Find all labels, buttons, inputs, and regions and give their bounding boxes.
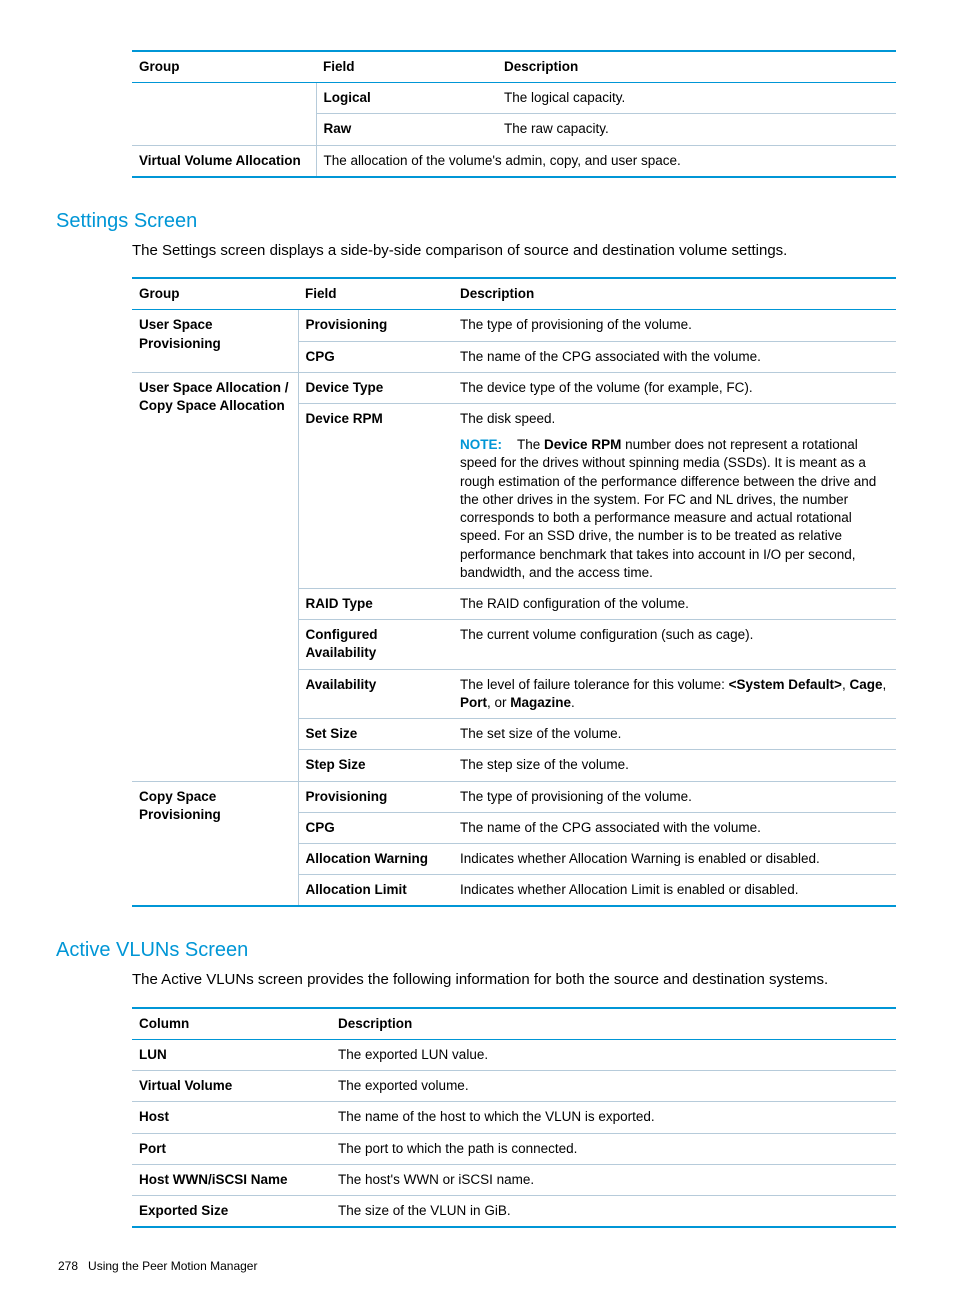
cell-desc: The device type of the volume (for examp… [453, 372, 896, 403]
table-row: User Space Provisioning Provisioning The… [132, 310, 896, 341]
cell-desc: The name of the CPG associated with the … [453, 341, 896, 372]
header-desc: Description [497, 51, 896, 83]
cell-field: Availability [298, 669, 453, 718]
avail-b4: Magazine [510, 695, 571, 710]
table-row: User Space Allocation / Copy Space Alloc… [132, 372, 896, 403]
cell-group: User Space Provisioning [132, 310, 298, 372]
cell-col: Exported Size [132, 1195, 331, 1227]
cell-col: Port [132, 1133, 331, 1164]
cell-field: Configured Availability [298, 620, 453, 669]
footer-title: Using the Peer Motion Manager [88, 1259, 257, 1273]
table-row: Virtual Volume Allocation The allocation… [132, 145, 896, 177]
cell-desc: The set size of the volume. [453, 719, 896, 750]
header-column: Column [132, 1008, 331, 1040]
settings-table: Group Field Description User Space Provi… [132, 277, 896, 907]
cell-field: RAID Type [298, 588, 453, 619]
cell-col: Host WWN/iSCSI Name [132, 1164, 331, 1195]
table-row: Port The port to which the path is conne… [132, 1133, 896, 1164]
table-row: Host The name of the host to which the V… [132, 1102, 896, 1133]
cell-field: Step Size [298, 750, 453, 781]
settings-heading: Settings Screen [56, 208, 896, 235]
note-pre: The [517, 437, 544, 452]
cell-field: Device Type [298, 372, 453, 403]
cell-desc: The exported volume. [331, 1071, 896, 1102]
cell-desc: The size of the VLUN in GiB. [331, 1195, 896, 1227]
cell-field: Provisioning [298, 310, 453, 341]
cell-desc: The exported LUN value. [331, 1039, 896, 1070]
cell-field: Set Size [298, 719, 453, 750]
cell-desc: The name of the host to which the VLUN i… [331, 1102, 896, 1133]
cell-group: User Space Allocation / Copy Space Alloc… [132, 372, 298, 781]
header-desc: Description [331, 1008, 896, 1040]
cell-desc: The current volume configuration (such a… [453, 620, 896, 669]
table-row: Exported Size The size of the VLUN in Gi… [132, 1195, 896, 1227]
vluns-table: Column Description LUN The exported LUN … [132, 1007, 896, 1229]
header-group: Group [132, 278, 298, 310]
cell-desc: The type of provisioning of the volume. [453, 310, 896, 341]
cell-field: Raw [316, 114, 497, 145]
cell-field: CPG [298, 812, 453, 843]
cell-desc: The name of the CPG associated with the … [453, 812, 896, 843]
cell-field: Allocation Limit [298, 875, 453, 907]
page-number: 278 [58, 1259, 78, 1273]
cell-field: Allocation Warning [298, 843, 453, 874]
cell-desc: The port to which the path is connected. [331, 1133, 896, 1164]
note-block: NOTE: The Device RPM number does not rep… [460, 436, 889, 582]
cell-desc: Indicates whether Allocation Warning is … [453, 843, 896, 874]
avail-b3: Port [460, 695, 487, 710]
cell-desc: The disk speed. NOTE: The Device RPM num… [453, 404, 896, 589]
header-desc: Description [453, 278, 896, 310]
capacity-table: Group Field Description Logical The logi… [132, 50, 896, 178]
cell-desc: The allocation of the volume's admin, co… [316, 145, 896, 177]
avail-b1: <System Default> [729, 677, 842, 692]
note-label: NOTE: [460, 437, 502, 452]
cell-desc: The logical capacity. [497, 83, 896, 114]
cell-desc: The RAID configuration of the volume. [453, 588, 896, 619]
cell-desc: The type of provisioning of the volume. [453, 781, 896, 812]
cell-desc: The step size of the volume. [453, 750, 896, 781]
cell-field: Logical [316, 83, 497, 114]
desc-text: The disk speed. [460, 411, 555, 426]
header-field: Field [298, 278, 453, 310]
cell-group: Virtual Volume Allocation [132, 145, 316, 177]
cell-col: Host [132, 1102, 331, 1133]
cell-field: Provisioning [298, 781, 453, 812]
cell-desc: The raw capacity. [497, 114, 896, 145]
cell-field: CPG [298, 341, 453, 372]
cell-field: Device RPM [298, 404, 453, 589]
cell-desc: The host's WWN or iSCSI name. [331, 1164, 896, 1195]
cell-desc: The level of failure tolerance for this … [453, 669, 896, 718]
note-bold: Device RPM [544, 437, 621, 452]
header-field: Field [316, 51, 497, 83]
avail-pre: The level of failure tolerance for this … [460, 677, 729, 692]
vluns-intro: The Active VLUNs screen provides the fol… [132, 970, 896, 990]
table-row: Copy Space Provisioning Provisioning The… [132, 781, 896, 812]
table-row: Virtual Volume The exported volume. [132, 1071, 896, 1102]
vluns-heading: Active VLUNs Screen [56, 937, 896, 964]
table-row: LUN The exported LUN value. [132, 1039, 896, 1070]
cell-group: Copy Space Provisioning [132, 781, 298, 906]
page-footer: 278 Using the Peer Motion Manager [58, 1258, 896, 1274]
table-row: Logical The logical capacity. [132, 83, 896, 114]
cell-col: Virtual Volume [132, 1071, 331, 1102]
cell-group [132, 83, 316, 145]
avail-b2: Cage [849, 677, 882, 692]
header-group: Group [132, 51, 316, 83]
cell-desc: Indicates whether Allocation Limit is en… [453, 875, 896, 907]
table-row: Host WWN/iSCSI Name The host's WWN or iS… [132, 1164, 896, 1195]
settings-intro: The Settings screen displays a side-by-s… [132, 241, 896, 261]
cell-col: LUN [132, 1039, 331, 1070]
note-post: number does not represent a rotational s… [460, 437, 876, 580]
